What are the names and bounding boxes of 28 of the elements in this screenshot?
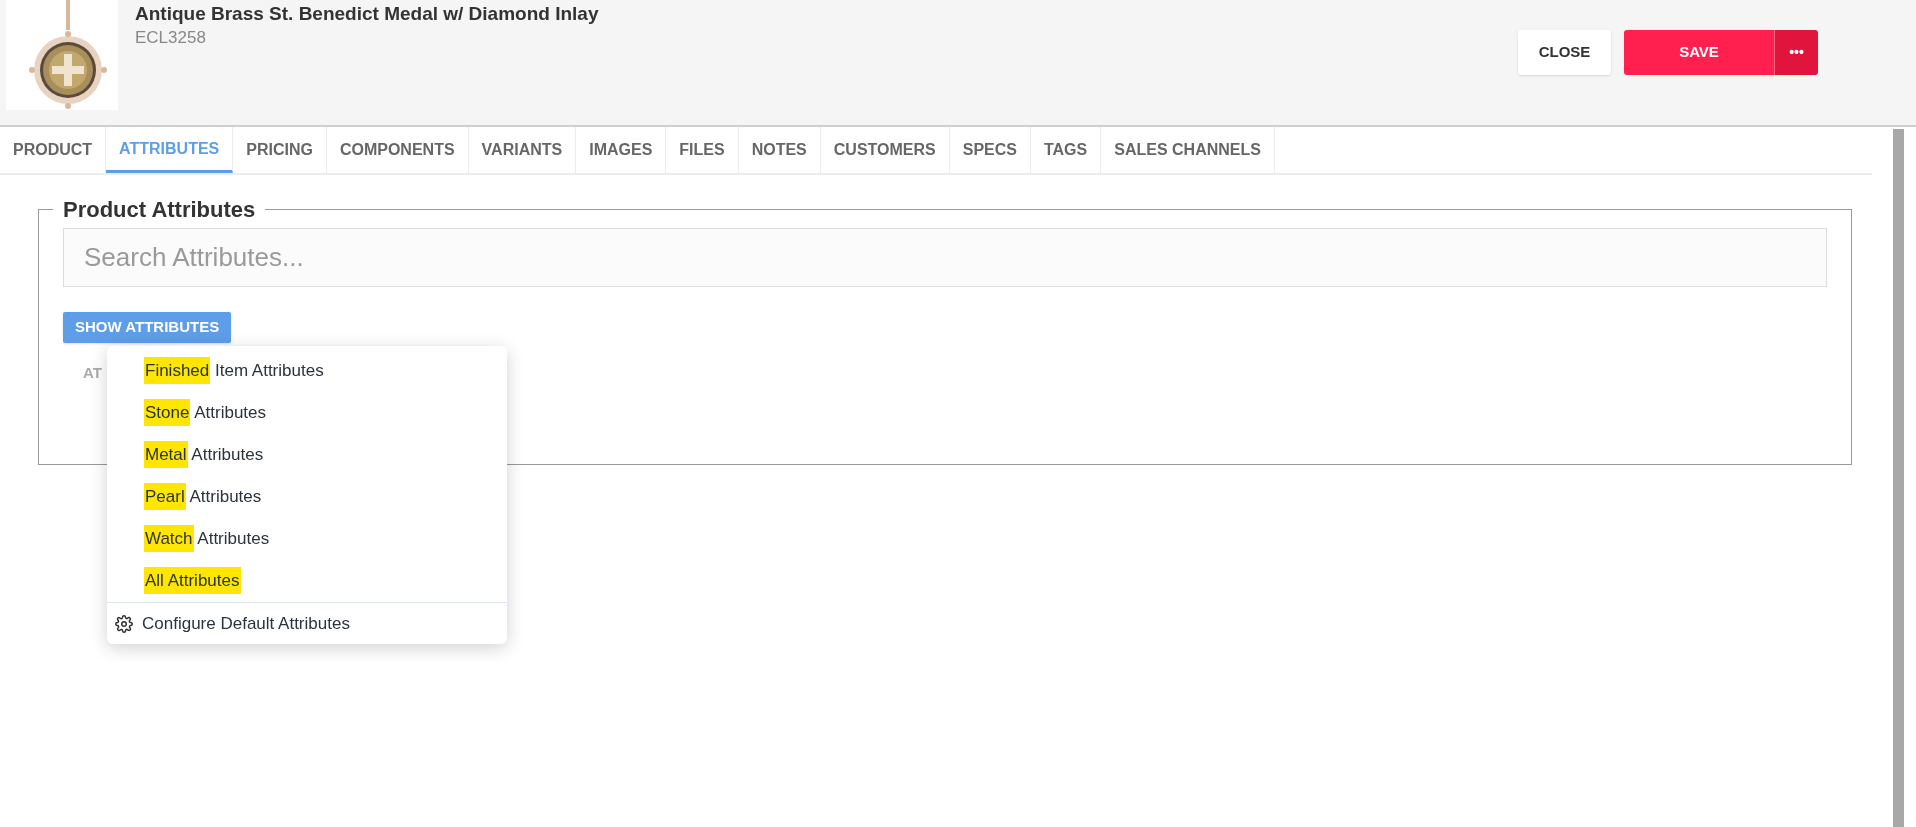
settings-icon	[115, 614, 133, 633]
menu-item[interactable]: All Attributes	[144, 568, 241, 594]
menu-item[interactable]: Configure Default Attributes	[142, 610, 350, 637]
menu-item[interactable]: Pearl Attributes	[144, 484, 262, 510]
tab[interactable]: COMPONENTS	[326, 127, 469, 173]
tab[interactable]: PRODUCT	[0, 127, 107, 173]
tab[interactable]: SPECS	[949, 127, 1031, 173]
tab[interactable]: PRICING	[233, 127, 327, 173]
more-button[interactable]: •••	[1774, 30, 1818, 75]
menu-item[interactable]: Metal Attributes	[144, 442, 264, 468]
tab[interactable]: FILES	[666, 127, 739, 173]
tab[interactable]: VARIANTS	[468, 127, 577, 173]
tab[interactable]: SALES CHANNELS	[1101, 127, 1275, 173]
menu-item[interactable]: Watch Attributes	[144, 526, 270, 552]
save-button[interactable]: SAVE	[1624, 30, 1774, 75]
tab[interactable]: IMAGES	[576, 127, 667, 173]
tab[interactable]: CUSTOMERS	[820, 127, 950, 173]
search-field[interactable]: Search Attributes...	[63, 228, 1827, 287]
menu-item[interactable]: Finished Item Attributes	[144, 358, 324, 384]
column-header: AT	[83, 364, 102, 381]
menu-item[interactable]: Stone Attributes	[144, 400, 267, 426]
tab[interactable]: TAGS	[1030, 127, 1102, 173]
product-code: ECL3258	[135, 27, 207, 49]
tab[interactable]: NOTES	[738, 127, 821, 173]
scrollbar[interactable]	[1893, 129, 1904, 827]
section-title: Product Attributes	[63, 197, 256, 222]
product-title: Antique Brass St. Benedict Medal w/ Diamond Inlay	[135, 2, 599, 26]
close-button[interactable]: CLOSE	[1518, 30, 1611, 75]
